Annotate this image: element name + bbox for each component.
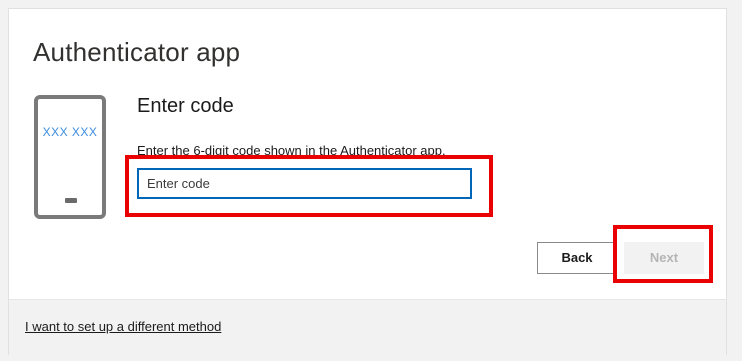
different-method-link[interactable]: I want to set up a different method xyxy=(25,319,221,334)
mfa-setup-card: Authenticator app XXX XXX Enter code Ent… xyxy=(8,8,727,356)
back-button[interactable]: Back xyxy=(537,242,617,274)
enter-code-heading: Enter code xyxy=(137,95,234,117)
page-background: Authenticator app XXX XXX Enter code Ent… xyxy=(0,0,742,361)
phone-code-placeholder: XXX XXX xyxy=(42,125,98,139)
code-instruction-text: Enter the 6-digit code shown in the Auth… xyxy=(137,143,446,158)
card-footer: I want to set up a different method xyxy=(9,299,726,356)
card-body: Authenticator app XXX XXX Enter code Ent… xyxy=(9,9,726,299)
next-button[interactable]: Next xyxy=(624,242,704,274)
page-title: Authenticator app xyxy=(33,37,241,67)
phone-home-button xyxy=(65,198,77,203)
code-input[interactable] xyxy=(137,168,472,199)
phone-icon: XXX XXX xyxy=(34,95,106,219)
